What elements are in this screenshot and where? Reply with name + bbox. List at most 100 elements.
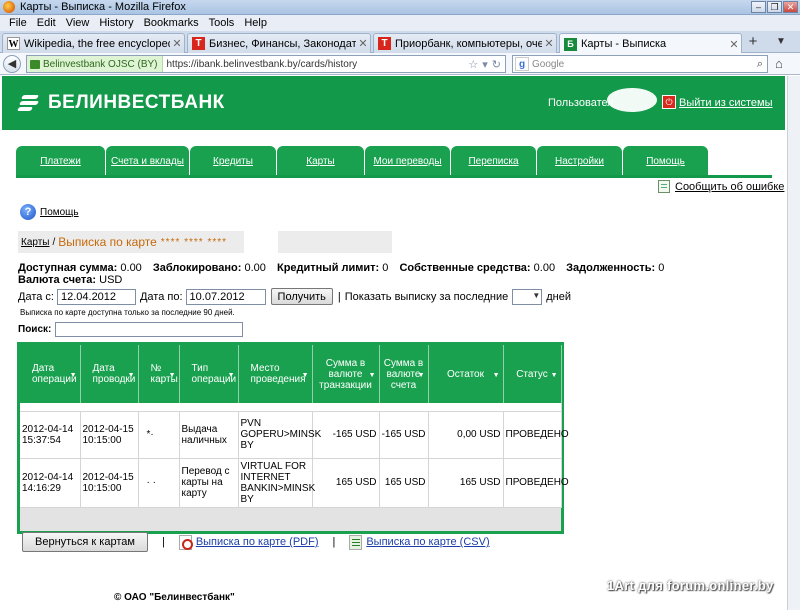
blocked-label: Заблокировано: — [152, 262, 242, 274]
minimize-icon[interactable]: – — [751, 1, 766, 13]
url-bar-icons: ☆ ▾ ↻ — [468, 58, 505, 71]
table-row[interactable]: 2012-04-14 15:37:54 2012-04-15 10:15:00 … — [20, 410, 569, 458]
tab-label: Бизнес, Финансы, Законодательство и... — [209, 37, 356, 50]
tab-close-icon[interactable]: ✕ — [542, 37, 556, 50]
power-icon[interactable]: ⏻ — [662, 95, 676, 109]
back-arrow-icon[interactable]: ◀ — [3, 55, 21, 73]
bank-favicon-icon: Б — [564, 37, 577, 51]
date-from-input[interactable] — [56, 288, 136, 305]
nav-tab-cards[interactable]: Карты — [277, 146, 364, 177]
actions-separator: | — [332, 536, 336, 548]
cell-balance: 0,00 USD — [428, 410, 504, 458]
sort-arrow-icon: ▼ — [368, 372, 376, 379]
nav-tab-messages[interactable]: Переписка — [451, 146, 536, 177]
nav-tab-accounts[interactable]: Счета и вклады — [106, 146, 189, 177]
window-titlebar: Карты - Выписка - Mozilla Firefox – ❐ ✕ — [0, 0, 800, 15]
search-bar[interactable]: g Google ⌕ — [512, 55, 768, 73]
cell-location: VIRTUAL FOR INTERNET BANKIN>MINSK BY — [238, 457, 315, 507]
date-from-label: Дата с: — [18, 290, 54, 303]
logout-link[interactable]: Выйти из системы — [679, 97, 773, 109]
nav-tab-transfers[interactable]: Мои переводы — [365, 146, 450, 177]
blocked-value: 0.00 — [244, 262, 266, 274]
cell-location: PVN GOPERU>MINSK BY — [238, 410, 321, 458]
tab-list-icon[interactable]: ▼ — [776, 36, 786, 47]
menu-edit[interactable]: Edit — [32, 15, 61, 31]
url-text[interactable]: https://ibank.belinvestbank.by/cards/his… — [163, 59, 358, 70]
new-tab-icon[interactable]: + — [742, 34, 764, 52]
last-days-select[interactable] — [512, 288, 543, 305]
cell-operation-date: 2012-04-14 14:16:29 — [20, 457, 81, 507]
vertical-scrollbar[interactable] — [787, 76, 800, 610]
report-error-link[interactable]: Сообщить об ошибке — [675, 181, 784, 193]
reload-icon[interactable]: ↻ — [492, 58, 501, 71]
tab-close-icon[interactable]: ✕ — [356, 37, 370, 50]
menu-file[interactable]: File — [4, 15, 32, 31]
csv-statement-link[interactable]: Выписка по карте (CSV) — [366, 536, 489, 548]
debt-label: Задолженность: — [566, 262, 656, 274]
breadcrumb-separator: / — [52, 236, 56, 248]
breadcrumb-cards-link[interactable]: Карты — [21, 237, 50, 248]
nav-tab-payments[interactable]: Платежи — [16, 146, 105, 177]
table-footer-row — [20, 506, 561, 531]
date-filters: Дата с: Дата по: Получить | Показать вып… — [18, 288, 571, 305]
date-to-input[interactable] — [185, 288, 266, 305]
menu-help[interactable]: Help — [239, 15, 272, 31]
url-bar[interactable]: Belinvestbank OJSC (BY) https://ibank.be… — [26, 55, 506, 73]
back-to-cards-button[interactable]: Вернуться к картам — [22, 532, 148, 552]
username-redaction — [607, 88, 657, 112]
report-error[interactable]: Сообщить об ошибке — [658, 180, 784, 193]
sort-arrow-icon: ▼ — [127, 372, 135, 379]
bank-logo[interactable]: БЕЛИНВЕСТБАНК — [16, 92, 225, 114]
site-identity[interactable]: Belinvestbank OJSC (BY) — [27, 56, 163, 72]
bank-name: БЕЛИНВЕСТБАНК — [48, 92, 225, 113]
menu-bookmarks[interactable]: Bookmarks — [139, 15, 204, 31]
cell-balance: 165 USD — [428, 457, 504, 507]
col-amount-transaction[interactable]: Сумма в валюте транзакции ▼ — [312, 345, 380, 403]
search-input[interactable] — [55, 322, 244, 337]
breadcrumb-current: Выписка по карте — [58, 235, 157, 249]
tab-priorbank[interactable]: T Приорбанк, компьютеры, очереди, пл... … — [373, 33, 557, 53]
help[interactable]: ? Помощь — [20, 204, 79, 220]
nav-tab-credits[interactable]: Кредиты — [190, 146, 276, 177]
help-link[interactable]: Помощь — [40, 207, 79, 218]
menu-view[interactable]: View — [61, 15, 95, 31]
tab-cards-statement[interactable]: Б Карты - Выписка ✕ — [559, 33, 742, 54]
col-balance[interactable]: Остаток ▼ — [428, 345, 504, 403]
col-amount-account[interactable]: Сумма в валюте счета ▼ — [379, 345, 429, 403]
menu-tools[interactable]: Tools — [204, 15, 240, 31]
search-label: Поиск: — [18, 324, 52, 335]
csv-icon[interactable] — [349, 534, 363, 550]
tab-wikipedia[interactable]: W Wikipedia, the free encyclopedia ✕ — [2, 33, 185, 53]
help-icon[interactable]: ? — [20, 204, 36, 220]
pdf-icon[interactable] — [178, 534, 193, 550]
col-status[interactable]: Статус ▼ — [503, 345, 562, 403]
sort-arrow-icon: ▼ — [492, 372, 500, 379]
home-icon[interactable]: ⌂ — [775, 56, 783, 71]
col-operation-date[interactable]: Дата операции ▼ — [20, 345, 81, 403]
get-statement-button[interactable]: Получить — [270, 288, 333, 305]
nav-tab-help[interactable]: Помощь — [623, 146, 708, 177]
col-operation-type[interactable]: Тип операции ▼ — [179, 345, 239, 403]
col-posting-date[interactable]: Дата проводки ▼ — [80, 345, 139, 403]
actions-separator: | — [161, 536, 165, 548]
col-location[interactable]: Место проведения ▼ — [238, 345, 313, 403]
pdf-statement-link[interactable]: Выписка по карте (PDF) — [196, 536, 319, 548]
tab-close-icon[interactable]: ✕ — [727, 38, 741, 51]
cell-card-number: · · — [138, 457, 180, 507]
search-icon[interactable]: ⌕ — [757, 58, 767, 71]
cell-amount-transaction: -165 USD — [312, 410, 380, 458]
restore-icon[interactable]: ❐ — [767, 1, 782, 13]
cell-amount-transaction: 165 USD — [312, 457, 380, 507]
col-card-number[interactable]: № карты ▼ — [138, 345, 180, 403]
cell-amount-account: -165 USD — [379, 410, 429, 458]
tab-business[interactable]: T Бизнес, Финансы, Законодательство и...… — [187, 33, 371, 53]
google-icon[interactable]: g — [515, 57, 529, 71]
nav-tab-settings[interactable]: Настройки — [537, 146, 622, 177]
table-row[interactable]: 2012-04-14 14:16:29 2012-04-15 10:15:00 … — [20, 457, 569, 507]
tab-close-icon[interactable]: ✕ — [170, 37, 184, 50]
dropdown-arrow-icon[interactable]: ▾ — [482, 58, 488, 71]
window-controls: – ❐ ✕ — [751, 1, 798, 13]
bookmark-star-icon[interactable]: ☆ — [468, 58, 478, 71]
close-icon[interactable]: ✕ — [783, 1, 798, 13]
menu-history[interactable]: History — [94, 15, 138, 31]
